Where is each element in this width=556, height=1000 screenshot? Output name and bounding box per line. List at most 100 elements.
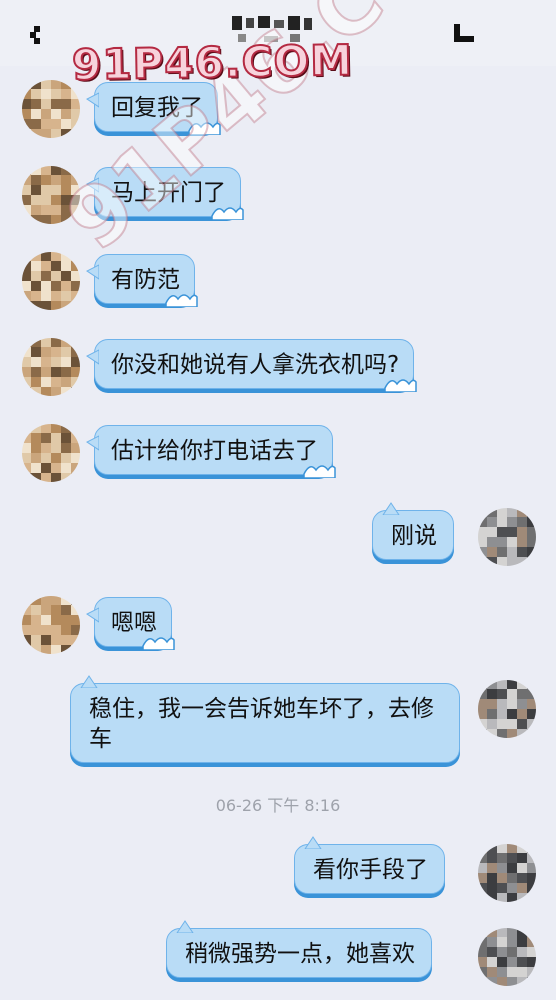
avatar-pixel [41, 473, 51, 482]
avatar-pixel [51, 129, 61, 138]
avatar-pixel [61, 109, 71, 119]
avatar-self[interactable] [478, 680, 536, 738]
message-bubble-self[interactable]: 稍微强势一点，她喜欢 [166, 920, 432, 978]
avatar-pixel [31, 635, 41, 645]
back-button[interactable] [24, 18, 52, 50]
avatar-pixel [487, 853, 497, 863]
avatar-pixel [517, 729, 527, 738]
avatar-pixel [507, 977, 517, 986]
avatar-pixel [527, 893, 536, 902]
avatar-pixel [478, 557, 487, 566]
avatar-pixel [527, 689, 536, 699]
avatar-pixel [478, 729, 487, 738]
avatar-pixel [517, 957, 527, 967]
wave-decoration-icon [384, 379, 417, 392]
message-bubble-self[interactable]: 刚说 [372, 502, 454, 560]
avatar-pixel [22, 473, 31, 482]
avatar-pixel [517, 699, 527, 709]
avatar-pixel [41, 347, 51, 357]
message-bubble-self[interactable]: 看你手段了 [294, 836, 445, 894]
avatar-pixel [51, 645, 61, 654]
avatar-pixel [71, 129, 80, 138]
avatar-contact[interactable] [22, 338, 80, 396]
avatar-pixel [61, 129, 71, 138]
avatar-pixel [22, 367, 31, 377]
avatar-pixel [41, 463, 51, 473]
avatar-pixel [487, 547, 497, 557]
avatar-pixel [61, 453, 71, 463]
avatar-pixel [507, 547, 517, 557]
avatar-self[interactable] [478, 508, 536, 566]
avatar-pixel [31, 291, 41, 301]
avatar-contact[interactable] [22, 252, 80, 310]
avatar-pixel [41, 281, 51, 291]
avatar-pixel [51, 463, 61, 473]
avatar-pixel [41, 291, 51, 301]
message-bubble[interactable]: 你没和她说有人拿洗衣机吗? [86, 339, 417, 392]
avatar-pixel [517, 547, 527, 557]
avatar-pixel [527, 947, 536, 957]
avatar-pixel [71, 635, 80, 645]
avatar-pixel [31, 463, 41, 473]
profile-icon [454, 24, 474, 42]
avatar-pixel [41, 271, 51, 281]
avatar-pixel [22, 347, 31, 357]
avatar-pixel [61, 387, 71, 396]
avatar-pixel [527, 967, 536, 977]
avatar-pixel [527, 957, 536, 967]
chevron-left-icon [30, 26, 40, 44]
avatar-pixel [517, 689, 527, 699]
avatar-pixel [41, 80, 51, 89]
profile-button[interactable] [452, 22, 478, 46]
avatar-pixel [527, 883, 536, 893]
avatar-pixel [22, 301, 31, 310]
avatar-pixel [478, 680, 487, 689]
avatar-contact[interactable] [22, 424, 80, 482]
avatar-pixel [51, 625, 61, 635]
avatar-pixel [61, 281, 71, 291]
avatar-pixel [507, 508, 517, 517]
avatar-pixel [51, 109, 61, 119]
avatar-pixel [22, 99, 31, 109]
avatar-self[interactable] [478, 844, 536, 902]
avatar-pixel [487, 844, 497, 853]
avatar-pixel [487, 977, 497, 986]
message-bubble[interactable]: 估计给你打电话去了 [86, 425, 336, 478]
avatar-pixel [71, 261, 80, 271]
avatar-pixel [71, 291, 80, 301]
avatar-self[interactable] [478, 928, 536, 986]
avatar-pixel [478, 967, 487, 977]
avatar-pixel [517, 709, 527, 719]
avatar-pixel [31, 185, 41, 195]
avatar-pixel [41, 625, 51, 635]
avatar-contact[interactable] [22, 80, 80, 138]
avatar-pixel [61, 166, 71, 175]
avatar-pixel [517, 873, 527, 883]
message-bubble[interactable]: 嗯嗯 [86, 597, 175, 650]
avatar-pixel [507, 557, 517, 566]
avatar-pixel [22, 433, 31, 443]
avatar-pixel [31, 645, 41, 654]
avatar-pixel [71, 453, 80, 463]
avatar-pixel [71, 367, 80, 377]
avatar-pixel [41, 301, 51, 310]
avatar-pixel [31, 119, 41, 129]
avatar-pixel [507, 699, 517, 709]
avatar-pixel [22, 129, 31, 138]
avatar-pixel [507, 947, 517, 957]
avatar-pixel [51, 367, 61, 377]
message-text: 稍微强势一点，她喜欢 [185, 941, 415, 967]
avatar-pixel [517, 863, 527, 873]
avatar-pixel [507, 844, 517, 853]
avatar-contact[interactable] [22, 596, 80, 654]
avatar-pixel [22, 635, 31, 645]
avatar-pixel [22, 338, 31, 347]
avatar-pixel [478, 508, 487, 517]
avatar-pixel [22, 463, 31, 473]
avatar-pixel [478, 853, 487, 863]
avatar-pixel [22, 387, 31, 396]
avatar-pixel [527, 719, 536, 729]
avatar-pixel [527, 937, 536, 947]
message-bubble-self[interactable]: 稳住，我一会告诉她车坏了，去修车 [70, 675, 460, 763]
avatar-pixel [41, 605, 51, 615]
